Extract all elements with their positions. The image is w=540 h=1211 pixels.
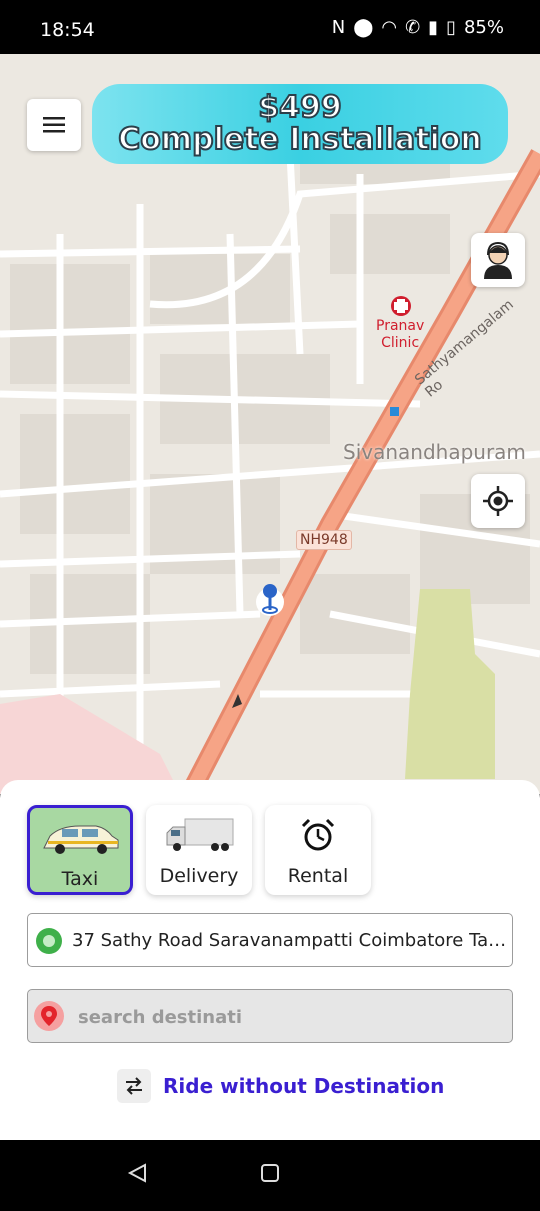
map-pin-icon [34,1001,64,1031]
vehicle-type-label: Rental [287,865,349,887]
swap-icon [117,1069,151,1103]
destination-field[interactable] [27,989,513,1043]
ride-without-destination-label: Ride without Destination [163,1074,445,1098]
promo-price: $499 [257,89,343,126]
vehicle-type-taxi[interactable]: Taxi [27,805,133,895]
recenter-button[interactable] [471,474,525,528]
clinic-label-line2: Clinic [381,335,420,351]
vehicle-type-label: Delivery [159,865,239,887]
back-icon[interactable] [127,1163,146,1183]
pickup-address: 37 Sathy Road Saravanampatti Coimbatore … [72,930,508,951]
area-label: Sivanandhapuram [343,440,526,464]
menu-button[interactable] [27,99,81,151]
location-icon: ⬤ [353,17,374,38]
home-icon[interactable] [261,1164,279,1182]
signal-icon: ▮ [428,17,439,38]
pickup-field[interactable]: 37 Sathy Road Saravanampatti Coimbatore … [27,913,513,967]
vehicle-type-label: Taxi [61,868,99,890]
highway-label: NH948 [296,530,352,550]
battery-percent: 85% [463,17,504,38]
vehicle-type-delivery[interactable]: Delivery [146,805,252,895]
nfc-icon: N [331,17,346,38]
alarm-clock-icon [265,813,371,857]
clinic-label-line1: Pranav [376,318,425,334]
status-time: 18:54 [40,19,95,41]
ride-without-destination-button[interactable]: Ride without Destination [117,1068,444,1104]
hamburger-icon [43,117,65,133]
map-view[interactable]: Pranav Clinic Sathyamangalam Ro Sivanand… [0,54,540,794]
vehicle-type-rental[interactable]: Rental [265,805,371,895]
call-icon: ✆ [405,17,421,38]
battery-icon: ▯ [446,17,456,38]
promo-banner[interactable]: $499 Complete Installation [92,84,508,164]
taxi-icon [30,816,130,860]
support-button[interactable] [471,233,525,287]
promo-title: Complete Installation [117,121,483,158]
status-bar: 18:54 N ⬤ ◠ ✆ ▮ ▯ 85% [0,0,540,54]
destination-search-input[interactable] [76,1002,500,1032]
map-graphic [0,54,540,794]
system-nav-bar [0,1140,540,1206]
truck-icon [146,813,252,857]
pickup-dot-icon [36,928,62,954]
support-agent-icon [484,241,512,279]
wifi-icon: ◠ [381,17,398,38]
my-location-icon [483,486,513,516]
status-icons: N ⬤ ◠ ✆ ▮ ▯ 85% [332,17,504,38]
clinic-label: Pranav Clinic [376,318,424,352]
